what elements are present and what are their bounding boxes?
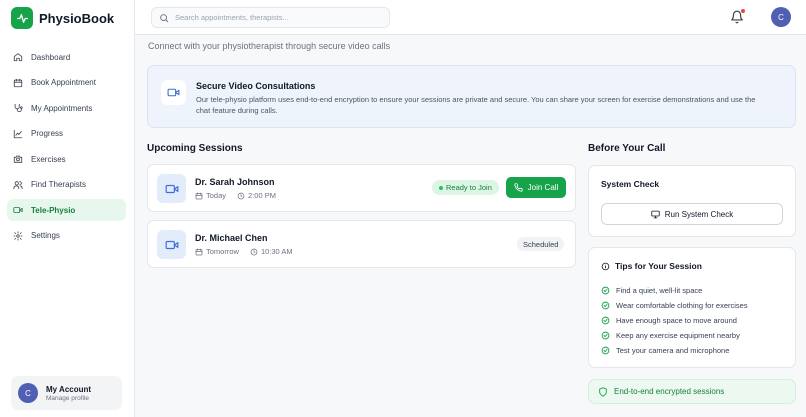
sidebar-item-label: My Appointments — [31, 103, 93, 113]
sidebar-item-label: Dashboard — [31, 52, 71, 62]
tip-text: Have enough space to move around — [616, 316, 737, 325]
video-icon — [157, 230, 186, 259]
home-icon — [13, 53, 23, 62]
sidebar: PhysioBook Dashboard Book Appointment My… — [0, 0, 135, 417]
session-time: 10:30 AM — [260, 247, 293, 256]
sidebar-item-exercises[interactable]: Exercises — [7, 148, 126, 170]
brand[interactable]: PhysioBook — [11, 7, 114, 29]
check-circle-icon — [601, 346, 610, 355]
banner-title: Secure Video Consultations — [196, 81, 316, 91]
session-card: Dr. Michael Chen Tomorrow 10:30 AM Sched… — [147, 220, 576, 268]
sidebar-nav: Dashboard Book Appointment My Appointmen… — [7, 46, 126, 250]
search-box — [151, 7, 390, 28]
list-item: Keep any exercise equipment nearby — [601, 328, 748, 343]
account-subtitle: Manage profile — [46, 394, 89, 402]
encrypted-sessions-notice: End-to-end encrypted sessions — [588, 379, 796, 404]
join-call-label: Join Call — [527, 183, 559, 192]
phone-icon — [514, 183, 523, 192]
tips-title: Tips for Your Session — [601, 261, 702, 271]
check-circle-icon — [601, 286, 610, 295]
avatar: C — [18, 383, 38, 403]
banner-text: Our tele-physio platform uses end-to-end… — [196, 95, 756, 115]
join-call-button[interactable]: Join Call — [506, 177, 566, 198]
video-icon — [157, 174, 186, 203]
stethoscope-icon — [14, 103, 23, 113]
gear-icon — [13, 230, 23, 241]
sidebar-item-label: Exercises — [31, 154, 66, 164]
tip-text: Keep any exercise equipment nearby — [616, 331, 740, 340]
list-item: Test your camera and microphone — [601, 343, 748, 358]
session-day: Today — [206, 191, 227, 200]
tips-card: Tips for Your Session Find a quiet, well… — [588, 247, 796, 368]
status-dot — [439, 185, 443, 190]
check-circle-icon — [601, 331, 610, 340]
tip-text: Test your camera and microphone — [616, 346, 730, 355]
upcoming-sessions-title: Upcoming Sessions — [147, 143, 243, 154]
shield-icon — [599, 386, 607, 397]
status-badge: Scheduled — [517, 237, 565, 251]
session-day: Tomorrow — [206, 247, 239, 256]
system-check-card: System Check Run System Check — [588, 165, 796, 237]
account-name: My Account — [46, 384, 92, 394]
brand-name: PhysioBook — [39, 10, 115, 26]
status-badge: Ready to Join — [432, 180, 499, 195]
sidebar-item-find-therapists[interactable]: Find Therapists — [7, 174, 126, 196]
sidebar-item-my-appointments[interactable]: My Appointments — [7, 97, 126, 119]
search-icon — [160, 13, 169, 22]
sidebar-item-label: Find Therapists — [31, 180, 86, 189]
search-input[interactable] — [175, 13, 375, 22]
sidebar-item-dashboard[interactable]: Dashboard — [7, 46, 126, 68]
camera-icon — [13, 155, 23, 163]
clock-icon — [250, 248, 258, 255]
sidebar-item-label: Settings — [31, 231, 60, 240]
video-icon — [161, 80, 186, 105]
sidebar-item-label: Book Appointment — [31, 78, 96, 87]
calendar-icon — [195, 192, 203, 199]
sidebar-item-book-appointment[interactable]: Book Appointment — [7, 72, 126, 94]
monitor-icon — [651, 210, 660, 218]
info-icon — [601, 262, 610, 270]
tip-text: Find a quiet, well-lit space — [616, 286, 703, 295]
session-meta: Today 2:00 PM — [195, 191, 276, 200]
run-system-check-button[interactable]: Run System Check — [601, 203, 783, 225]
sidebar-item-tele-physio[interactable]: Tele-Physio — [7, 199, 126, 221]
page-subtitle: Connect with your physiotherapist throug… — [148, 41, 391, 51]
secure-video-banner: Secure Video Consultations Our tele-phys… — [147, 65, 796, 128]
doctor-name: Dr. Michael Chen — [195, 233, 268, 243]
session-card: Dr. Sarah Johnson Today 2:00 PM Ready to… — [147, 164, 576, 212]
calendar-icon — [13, 78, 23, 87]
calendar-icon — [195, 248, 203, 255]
my-account-button[interactable]: C My Account Manage profile — [11, 376, 122, 410]
encrypted-label: End-to-end encrypted sessions — [614, 387, 725, 396]
topbar: C — [135, 0, 806, 35]
notifications-button[interactable] — [730, 9, 745, 24]
check-circle-icon — [601, 316, 610, 325]
clock-icon — [237, 192, 245, 199]
sidebar-item-settings[interactable]: Settings — [7, 225, 126, 247]
user-avatar[interactable]: C — [771, 7, 791, 27]
list-item: Find a quiet, well-lit space — [601, 283, 748, 298]
logo-icon — [11, 7, 33, 29]
session-meta: Tomorrow 10:30 AM — [195, 247, 293, 256]
system-check-title: System Check — [601, 179, 660, 189]
chart-icon — [13, 129, 23, 138]
status-label: Ready to Join — [446, 183, 492, 192]
sidebar-item-label: Tele-Physio — [31, 205, 76, 215]
session-time: 2:00 PM — [248, 191, 276, 200]
doctor-name: Dr. Sarah Johnson — [195, 177, 275, 187]
tips-title-label: Tips for Your Session — [615, 261, 702, 271]
run-system-check-label: Run System Check — [664, 209, 734, 219]
before-your-call-title: Before Your Call — [588, 143, 666, 154]
tips-list: Find a quiet, well-lit space Wear comfor… — [601, 283, 748, 358]
list-item: Wear comfortable clothing for exercises — [601, 298, 748, 313]
users-icon — [13, 180, 23, 189]
sidebar-item-label: Progress — [31, 129, 64, 138]
video-icon — [13, 207, 23, 213]
sidebar-item-progress[interactable]: Progress — [7, 123, 126, 145]
tip-text: Wear comfortable clothing for exercises — [616, 301, 748, 310]
list-item: Have enough space to move around — [601, 313, 748, 328]
check-circle-icon — [601, 301, 610, 310]
notification-dot — [741, 9, 745, 13]
